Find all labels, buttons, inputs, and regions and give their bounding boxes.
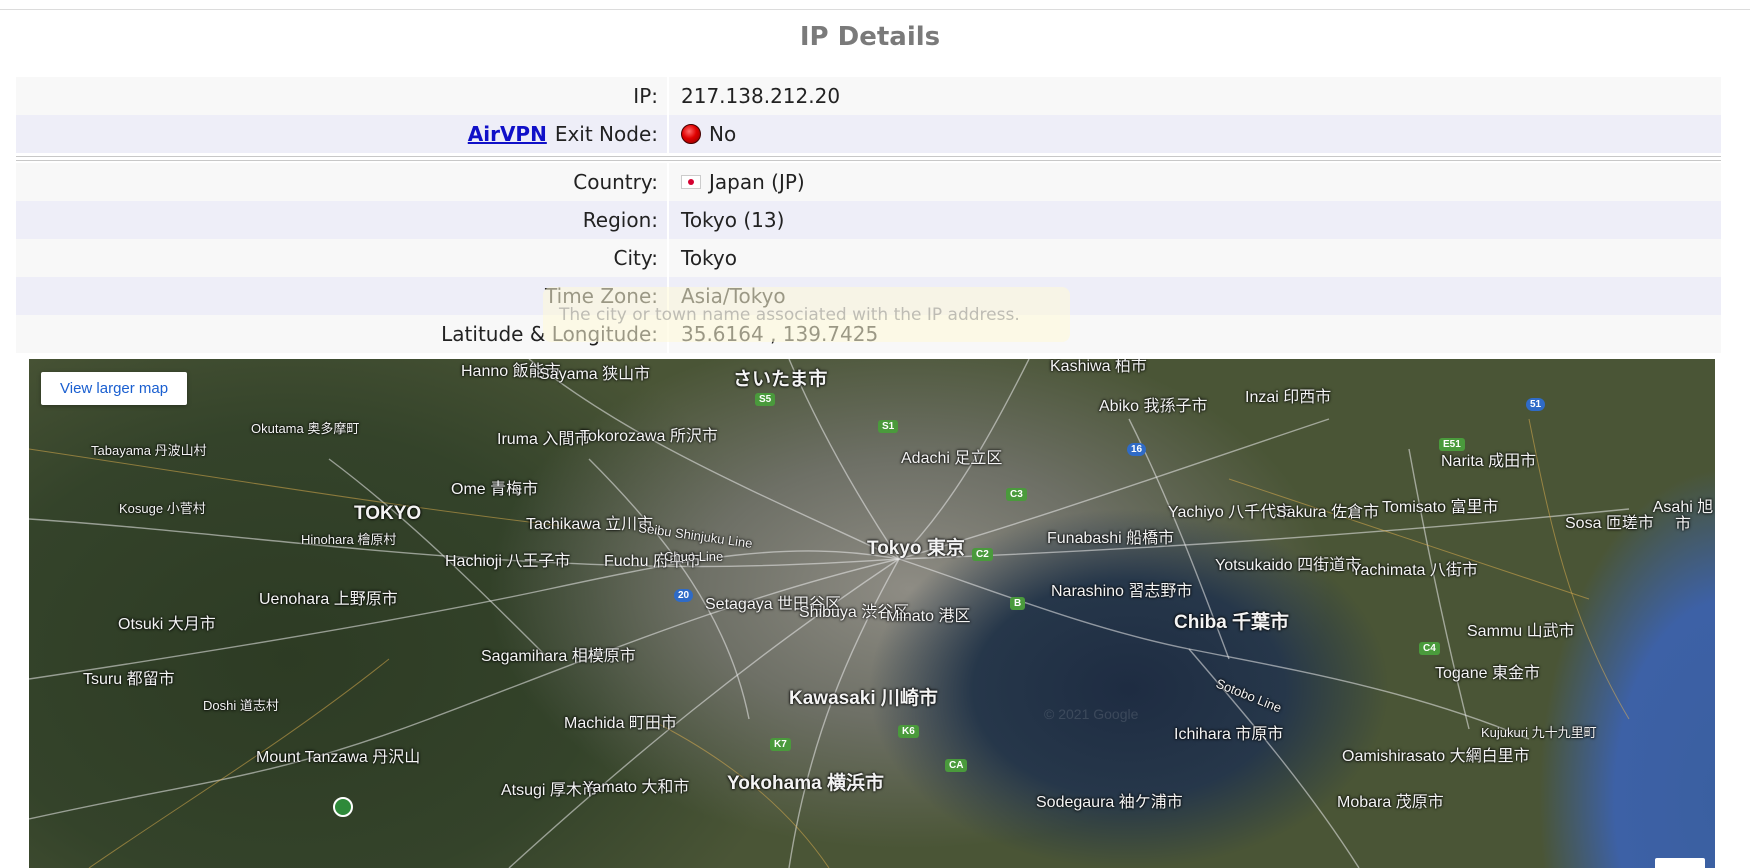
map-label: Minato 港区 — [886, 608, 971, 625]
map-label: Mount Tanzawa 丹沢山 — [256, 749, 421, 766]
page-title: IP Details — [799, 22, 941, 52]
map-label: Mobara 茂原市 — [1337, 794, 1444, 811]
google-map[interactable]: View larger map Hanno 飯能市 Sayama 狭山市 さいた… — [29, 359, 1715, 868]
map-label: Narita 成田市 — [1441, 453, 1537, 470]
map-label: Yachimata 八街市 — [1351, 562, 1478, 579]
map-label: Adachi 足立区 — [901, 450, 1003, 467]
red-status-dot-icon — [681, 124, 701, 144]
route-shield-icon: K6 — [898, 725, 919, 738]
row-exit-node: AirVPN Exit Node: No — [16, 115, 1721, 153]
map-label: Hinohara 檜原村 — [301, 532, 397, 547]
row-ip: IP: 217.138.212.20 — [16, 77, 1721, 115]
map-label: Doshi 道志村 — [203, 698, 279, 713]
country-text: Japan (JP) — [709, 170, 805, 194]
route-shield-icon: CA — [945, 759, 968, 772]
city-value: Tokyo — [681, 246, 737, 270]
map-label: Ome 青梅市 — [451, 481, 539, 498]
map-label: Funabashi 船橋市 — [1047, 530, 1175, 547]
map-label: Uenohara 上野原市 — [259, 591, 398, 608]
row-city: City: Tokyo — [16, 239, 1721, 277]
city-label: City: — [613, 246, 658, 270]
map-label: Sodegaura 袖ケ浦市 — [1036, 794, 1183, 811]
map-label: Kashiwa 柏市 — [1050, 359, 1147, 375]
map-label: Kosuge 小菅村 — [119, 501, 206, 516]
map-label: TOKYO — [354, 503, 422, 524]
country-value: Japan (JP) — [669, 163, 1721, 201]
route-shield-icon: S1 — [878, 420, 899, 433]
route-shield-icon: 51 — [1526, 398, 1546, 411]
map-label: Tokorozawa 所沢市 — [580, 428, 718, 445]
map-label: Tsuru 都留市 — [83, 671, 175, 688]
map-label: Sayama 狭山市 — [539, 366, 651, 383]
map-label: Sagamihara 相模原市 — [481, 648, 636, 665]
map-label: Chuo Line — [664, 549, 724, 564]
route-shield-icon: 16 — [1127, 443, 1147, 456]
exit-node-status: No — [709, 122, 737, 146]
route-shield-icon: K7 — [770, 738, 791, 751]
map-label: Narashino 習志野市 — [1051, 583, 1193, 600]
map-label: Kawasaki 川崎市 — [789, 688, 938, 709]
map-label: Sakura 佐倉市 — [1276, 504, 1380, 521]
map-label: Yokohama 横浜市 — [727, 773, 884, 794]
city-tooltip: The city or town name associated with th… — [543, 287, 1070, 342]
map-label: Yamato 大和市 — [583, 779, 690, 796]
exit-node-label-text: Exit Node: — [554, 122, 658, 146]
map-label: Kujukuri 九十九里町 — [1481, 725, 1597, 740]
route-shield-icon: C4 — [1419, 642, 1440, 655]
ip-details-page: IP Details IP: 217.138.212.20 AirVPN Exi… — [0, 0, 1750, 868]
map-label: Oamishirasato 大網白里市 — [1342, 748, 1530, 765]
map-label: Yachiyo 八千代市 — [1168, 504, 1293, 521]
map-label: Togane 東金市 — [1435, 665, 1540, 682]
map-label: Otsuki 大月市 — [118, 616, 216, 633]
route-shield-icon: S5 — [755, 393, 776, 406]
map-label: Machida 町田市 — [564, 715, 677, 732]
map-label: Tomisato 富里市 — [1382, 499, 1499, 516]
map-label: Abiko 我孫子市 — [1099, 398, 1208, 415]
map-label: Tachikawa 立川市 — [526, 516, 654, 533]
country-label: Country: — [573, 170, 658, 194]
map-label: Yotsukaido 四街道市 — [1215, 557, 1362, 574]
ip-label: IP: — [633, 84, 658, 108]
japan-flag-icon — [681, 175, 701, 189]
map-label: Okutama 奥多摩町 — [251, 421, 360, 436]
route-shield-icon: C3 — [1006, 488, 1027, 501]
mountain-pin-icon — [333, 797, 353, 817]
route-shield-icon: B — [1010, 597, 1026, 610]
map-label: Tokyo 東京 — [867, 538, 965, 559]
route-shield-icon: E51 — [1439, 438, 1465, 451]
map-label: さいたま市 — [733, 369, 828, 390]
map-label: Chiba 千葉市 — [1174, 612, 1290, 633]
map-label: Iruma 入間市 — [497, 431, 591, 448]
ip-value: 217.138.212.20 — [681, 84, 841, 108]
map-label: Asahi 旭市 — [1652, 499, 1714, 533]
top-divider — [0, 9, 1750, 10]
map-control-button[interactable] — [1655, 858, 1705, 868]
map-label: Inzai 印西市 — [1245, 389, 1332, 406]
region-label: Region: — [582, 208, 658, 232]
exit-node-label: AirVPN Exit Node: — [16, 115, 667, 153]
map-label: Sammu 山武市 — [1467, 623, 1575, 640]
exit-node-value: No — [669, 115, 1721, 153]
row-region: Region: Tokyo (13) — [16, 201, 1721, 239]
airvpn-link[interactable]: AirVPN — [468, 122, 547, 146]
section-divider — [16, 153, 1721, 163]
map-label: Ichihara 市原市 — [1174, 726, 1284, 743]
route-shield-icon: 20 — [674, 589, 694, 602]
map-label: Tabayama 丹波山村 — [91, 443, 207, 458]
map-copyright: © 2021 Google — [1044, 706, 1139, 722]
map-label: Hachioji 八王子市 — [445, 553, 571, 570]
region-value: Tokyo (13) — [681, 208, 785, 232]
route-shield-icon: C2 — [972, 548, 993, 561]
view-larger-map-button[interactable]: View larger map — [41, 372, 188, 405]
row-country: Country: Japan (JP) — [16, 163, 1721, 201]
map-label: Sosa 匝瑳市 — [1565, 515, 1654, 532]
